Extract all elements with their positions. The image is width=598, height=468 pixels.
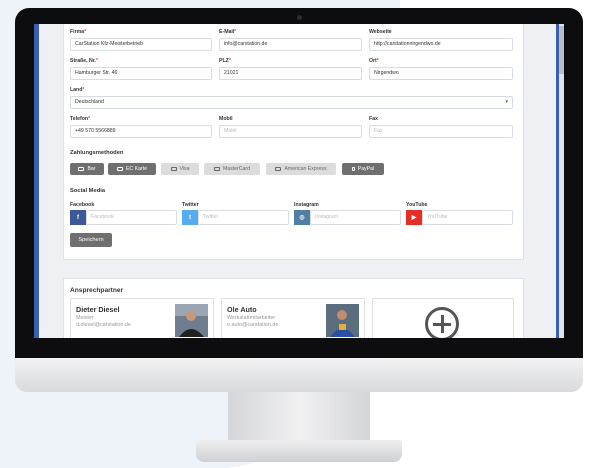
payment-visa-button[interactable]: Visa [161, 163, 199, 175]
facebook-input[interactable]: Facebook [86, 210, 177, 225]
plz-input[interactable]: 21021 [219, 67, 362, 80]
scrollbar-thumb[interactable] [559, 26, 564, 74]
firma-label: Firma* [70, 29, 87, 35]
fax-input[interactable]: Fax [369, 125, 513, 138]
cash-icon [78, 167, 85, 171]
twitter-input[interactable]: Twitter [198, 210, 289, 225]
payment-amex-button[interactable]: American Express [266, 163, 336, 175]
card-icon [275, 167, 282, 171]
youtube-label: YouTube [406, 202, 428, 208]
contact-photo [175, 304, 208, 337]
plus-circle-icon [425, 307, 459, 338]
contact-card-dieter[interactable]: Dieter Diesel Meister d.diesel@carstatio… [70, 298, 214, 338]
contact-card-ole[interactable]: Ole Auto Werkstattmitarbeiter o.auto@car… [221, 298, 365, 338]
camera-dot [297, 15, 302, 20]
add-contact-button[interactable] [372, 298, 514, 338]
payment-mastercard-button[interactable]: MasterCard [204, 163, 260, 175]
instagram-label: Instagram [294, 202, 319, 208]
ort-input[interactable]: Nirgendwo [369, 67, 513, 80]
contact-name: Dieter Diesel [76, 305, 120, 314]
email-input[interactable]: info@carstation.de [219, 38, 362, 51]
instagram-icon: ◎ [294, 210, 310, 225]
mobil-input[interactable]: Mobil [219, 125, 362, 138]
contacts-card: Ansprechpartner Dieter Diesel Meister d.… [63, 278, 524, 338]
contacts-title: Ansprechpartner [70, 287, 124, 294]
monitor-stand-base [196, 440, 402, 462]
ort-label: Ort* [369, 58, 379, 64]
website-input[interactable]: http://carstationnirgendwo.de [369, 38, 513, 51]
website-label: Webseite [369, 29, 392, 35]
paypal-icon [351, 167, 355, 171]
contact-photo [326, 304, 359, 337]
contact-role: Meister [76, 315, 94, 321]
contact-name: Ole Auto [227, 305, 257, 314]
monitor-screen: Firma* CarStation Kfz-Meisterbetrieb E-M… [34, 24, 564, 338]
strasse-label: Straße, Nr.* [70, 58, 98, 64]
social-title: Social Media [70, 188, 106, 194]
telefon-label: Telefon* [70, 116, 91, 122]
telefon-input[interactable]: +49 570 5566889 [70, 125, 212, 138]
land-select[interactable]: Deutschland ▾ [70, 96, 513, 109]
fax-label: Fax [369, 116, 378, 122]
page-content: Firma* CarStation Kfz-Meisterbetrieb E-M… [39, 24, 556, 338]
company-form-card: Firma* CarStation Kfz-Meisterbetrieb E-M… [63, 24, 524, 260]
firma-input[interactable]: CarStation Kfz-Meisterbetrieb [70, 38, 212, 51]
monitor-stand-neck [228, 392, 370, 442]
payment-paypal-button[interactable]: PayPal [342, 163, 384, 175]
plz-label: PLZ* [219, 58, 231, 64]
youtube-input[interactable]: YouTube [422, 210, 513, 225]
contact-email: d.diesel@carstation.de [76, 322, 131, 328]
payment-title: Zahlungsmethoden [70, 150, 124, 156]
facebook-label: Facebook [70, 202, 95, 208]
email-label: E-Mail* [219, 29, 237, 35]
contact-role: Werkstattmitarbeiter [227, 315, 276, 321]
instagram-input[interactable]: Instagram [310, 210, 401, 225]
facebook-icon: f [70, 210, 86, 225]
land-select-value: Deutschland [75, 99, 104, 105]
youtube-icon: ▶ [406, 210, 422, 225]
payment-ec-button[interactable]: EC Karte [108, 163, 156, 175]
save-button[interactable]: Speichern [70, 233, 112, 247]
mobil-label: Mobil [219, 116, 233, 122]
card-icon [213, 167, 220, 171]
twitter-icon: t [182, 210, 198, 225]
payment-bar-button[interactable]: Bar [70, 163, 104, 175]
twitter-label: Twitter [182, 202, 199, 208]
monitor-chin [15, 358, 583, 392]
card-icon [116, 167, 123, 171]
strasse-input[interactable]: Hamburger Str. 46 [70, 67, 212, 80]
chevron-down-icon: ▾ [505, 99, 508, 105]
card-icon [170, 167, 177, 171]
contact-email: o.auto@carstation.de [227, 322, 279, 328]
land-label: Land* [70, 87, 85, 93]
